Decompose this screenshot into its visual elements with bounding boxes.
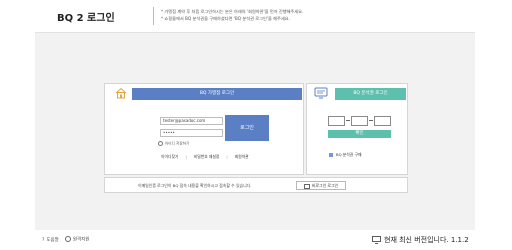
header-bar: BQ 2 로그인 * 가맹점 계약 후 처음 로그인하시는 분은 아래의 '회원… xyxy=(35,0,475,33)
analyst-login-card: BQ 분석권 로그인 확인 BQ 분석권 구매 xyxy=(306,83,408,175)
login-button[interactable]: 로그인 xyxy=(225,115,269,141)
pc-icon xyxy=(372,236,381,244)
code-input-3[interactable] xyxy=(374,116,391,126)
code-dash xyxy=(369,120,373,121)
code-dash xyxy=(346,120,350,121)
footer-links: ? 도움말 원격지원 xyxy=(42,236,89,243)
merchant-login-header: BQ 가맹점 로그인 xyxy=(132,88,302,100)
link-divider: | xyxy=(226,154,228,159)
notice-line-2: * 쇼핑몰에서 BQ 분석권을 구매하셨다면 'BQ 분석권 로그인'을 해주세… xyxy=(161,16,290,21)
version-text: 현재 최신 버전입니다. 1.1.2 xyxy=(384,236,469,244)
buy-analyst-link[interactable]: BQ 분석권 구매 xyxy=(329,152,361,158)
email-field[interactable]: tester@pasadoc.com xyxy=(160,117,223,125)
notice-line-1: * 가맹점 계약 후 처음 로그인하시는 분은 아래의 '회원약관'을 먼저 진… xyxy=(161,9,304,14)
terms-link[interactable]: 회원약관 xyxy=(235,154,249,159)
password-field[interactable]: ••••• xyxy=(160,129,223,137)
header-divider xyxy=(153,7,154,25)
help-icon: ? xyxy=(42,237,45,243)
analyst-login-header: BQ 분석권 로그인 xyxy=(335,88,406,100)
code-input-2[interactable] xyxy=(351,116,368,126)
notice-text: * 가맹점 계약 후 처음 로그인하시는 분은 아래의 '회원약관'을 먼저 진… xyxy=(153,7,304,25)
version-info: 현재 최신 버전입니다. 1.1.2 xyxy=(372,235,469,245)
guest-login-button[interactable]: 비로그인 로그인 xyxy=(296,181,346,190)
guide-text: 이메일인증 로그인이 BQ 접속 내용을 확인하시고 접속할 수 있습니다. xyxy=(138,183,252,188)
guest-icon xyxy=(303,183,310,189)
save-id-checkbox[interactable]: 아이디 저장하기 xyxy=(158,141,189,147)
support-icon xyxy=(64,236,71,242)
find-id-link[interactable]: 아이디찾기 xyxy=(161,154,178,159)
page-title: BQ 2 로그인 xyxy=(57,13,115,24)
checkbox-icon xyxy=(158,141,163,146)
home-icon xyxy=(115,87,127,99)
account-links: 아이디찾기 | 비밀번호 재설정 | 회원약관 xyxy=(161,154,256,160)
help-link[interactable]: 도움말 xyxy=(46,238,58,243)
save-id-label: 아이디 저장하기 xyxy=(165,141,190,146)
guest-login-label: 비로그인 로그인 xyxy=(311,183,339,188)
confirm-button[interactable]: 확인 xyxy=(328,130,391,138)
merchant-login-card: BQ 가맹점 로그인 tester@pasadoc.com ••••• 로그인 … xyxy=(104,83,304,175)
monitor-icon xyxy=(314,87,328,99)
cart-icon xyxy=(329,153,333,157)
buy-analyst-label: BQ 분석권 구매 xyxy=(336,152,362,157)
code-input-1[interactable] xyxy=(328,116,345,126)
link-divider: | xyxy=(185,154,187,159)
remote-support-link[interactable]: 원격지원 xyxy=(73,238,90,243)
reset-password-link[interactable]: 비밀번호 재설정 xyxy=(194,154,220,159)
guide-bar: 이메일인증 로그인이 BQ 접속 내용을 확인하시고 접속할 수 있습니다. 비… xyxy=(104,177,408,193)
